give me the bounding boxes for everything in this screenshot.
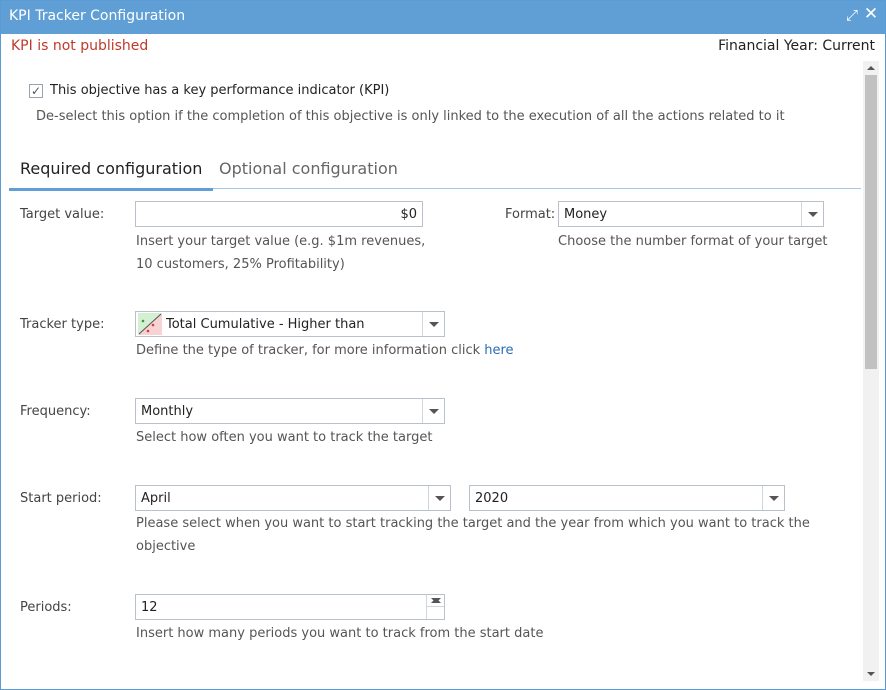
target-help-line2: 10 customers, 25% Profitability) [136,257,345,272]
target-value-input[interactable]: $0 [135,201,423,227]
tracker-type-select[interactable]: Total Cumulative - Higher than [135,311,445,337]
frequency-help: Select how often you want to track the t… [136,430,433,445]
tab-required-configuration[interactable]: Required configuration [9,159,214,191]
periods-stepper[interactable]: 12 [135,594,445,620]
expand-icon[interactable]: ⤢ [843,6,861,26]
stepper-buttons [426,595,444,619]
scroll-up-icon[interactable] [863,61,879,75]
target-value-help: Insert your target value (e.g. $1m reven… [136,230,425,276]
chevron-down-icon[interactable] [428,486,450,510]
publish-status: KPI is not published [11,38,149,54]
start-month-select[interactable]: April [135,485,451,511]
chevron-down-icon[interactable] [801,202,823,226]
start-period-help: Please select when you want to start tra… [136,512,810,558]
dialog-title: KPI Tracker Configuration [9,8,186,24]
tab-optional-configuration[interactable]: Optional configuration [219,159,398,188]
config-tabs: Required configuration Optional configur… [9,149,861,191]
scroll-down-icon[interactable] [863,667,879,681]
tracker-help-link[interactable]: here [484,343,513,358]
title-bar[interactable]: KPI Tracker Configuration ⤢ ✕ [1,1,885,34]
stepper-down-icon[interactable] [427,595,444,607]
format-label: Format: [505,207,556,222]
target-value-label: Target value: [20,207,105,222]
periods-value: 12 [141,600,158,615]
tracker-type-value: Total Cumulative - Higher than [166,317,365,332]
periods-help: Insert how many periods you want to trac… [136,626,544,641]
vertical-scrollbar[interactable] [863,61,879,681]
financial-year: Financial Year: Current [718,38,875,54]
dialog-content: ✓ This objective has a key performance i… [1,61,861,689]
start-year-select[interactable]: 2020 [469,485,785,511]
kpi-description: De-select this option if the completion … [36,109,785,124]
start-help-line1: Please select when you want to start tra… [136,516,810,531]
kpi-checkbox[interactable]: ✓ [29,84,43,98]
start-month-value: April [141,491,171,506]
format-help: Choose the number format of your target [558,234,828,249]
tracker-chart-icon [138,313,162,335]
periods-label: Periods: [20,600,72,615]
chevron-down-icon[interactable] [422,399,444,423]
kpi-checkbox-label: This objective has a key performance ind… [50,83,390,98]
close-icon[interactable]: ✕ [862,4,880,24]
scroll-thumb[interactable] [865,75,877,369]
tracker-help-text: Define the type of tracker, for more inf… [136,343,481,358]
format-select[interactable]: Money [558,201,824,227]
kpi-config-dialog: KPI Tracker Configuration ⤢ ✕ KPI is not… [0,0,886,690]
frequency-label: Frequency: [20,404,91,419]
tracker-type-help: Define the type of tracker, for more inf… [136,339,514,362]
start-period-label: Start period: [20,491,102,506]
frequency-value: Monthly [141,404,194,419]
tracker-type-label: Tracker type: [20,317,105,332]
format-value: Money [564,207,608,222]
chevron-down-icon[interactable] [762,486,784,510]
target-help-line1: Insert your target value (e.g. $1m reven… [136,234,426,249]
start-help-line2: objective [136,539,196,554]
chevron-down-icon[interactable] [422,312,444,336]
start-year-value: 2020 [475,491,509,506]
frequency-select[interactable]: Monthly [135,398,445,424]
target-value-text: $0 [400,207,417,222]
